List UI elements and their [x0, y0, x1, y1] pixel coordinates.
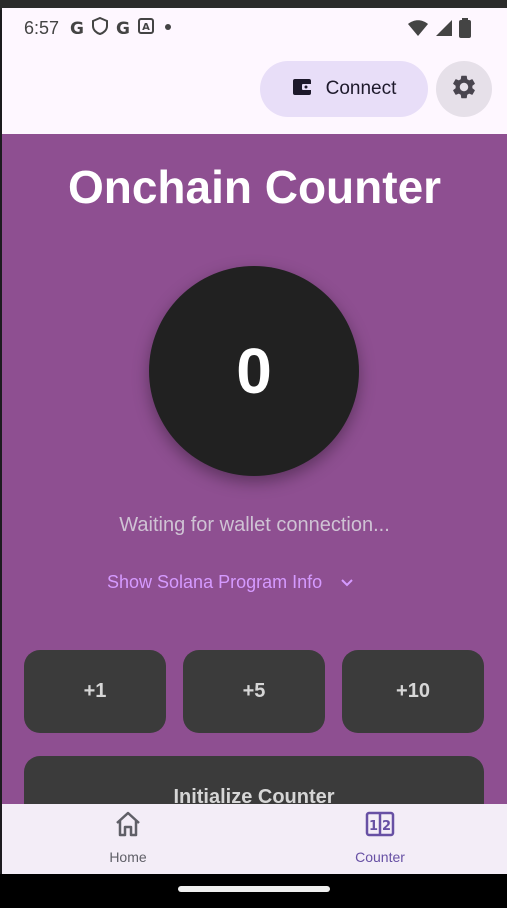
initialize-counter-label: Initialize Counter: [173, 786, 335, 804]
system-icons: [407, 18, 471, 43]
chevron-down-icon: [340, 572, 354, 593]
app-bar: Connect: [2, 48, 507, 134]
increment-1-button[interactable]: +1: [24, 650, 166, 733]
status-bar: 6:57 G G A: [2, 8, 507, 48]
nav-label-home: Home: [109, 849, 147, 865]
program-info-label: Show Solana Program Info: [107, 572, 323, 592]
gesture-bar: [0, 874, 507, 908]
battery-icon: [459, 18, 471, 43]
gear-icon: [450, 73, 478, 106]
initialize-counter-button[interactable]: Initialize Counter: [24, 756, 484, 804]
connect-label: Connect: [325, 78, 397, 99]
app-screen: 6:57 G G A Connect Onchain Counter 0 Wai…: [2, 8, 507, 874]
counter-icon: 12: [365, 810, 395, 843]
bottom-navigation: Home 12 Counter: [2, 804, 507, 874]
status-time: 6:57: [24, 18, 60, 38]
svg-text:A: A: [142, 22, 150, 33]
svg-text:1: 1: [369, 819, 378, 834]
counter-display: 0: [149, 266, 359, 476]
signal-icon: [435, 19, 453, 42]
nav-label-counter: Counter: [355, 849, 405, 865]
shield-icon: [91, 16, 108, 40]
increment-10-button[interactable]: +10: [342, 650, 484, 733]
notification-icons: G G A: [70, 16, 174, 40]
settings-button[interactable]: [436, 61, 492, 117]
google-icon: G: [70, 18, 84, 39]
connection-status-text: Waiting for wallet connection...: [119, 514, 390, 536]
a-icon: A: [137, 18, 154, 39]
counter-value: 0: [236, 335, 272, 407]
program-info-toggle[interactable]: Show Solana Program Info: [107, 572, 354, 593]
page-title: Onchain Counter: [67, 161, 442, 213]
nav-item-counter[interactable]: 12 Counter: [305, 810, 455, 870]
dot-icon: [162, 20, 174, 38]
wifi-icon: [407, 19, 429, 42]
wallet-icon: [292, 77, 314, 102]
google-icon: G: [115, 18, 130, 39]
nav-item-home[interactable]: Home: [53, 810, 203, 870]
home-gesture-handle[interactable]: [178, 886, 330, 892]
connect-wallet-button[interactable]: Connect: [260, 61, 428, 117]
svg-text:2: 2: [382, 819, 391, 834]
home-icon: [113, 810, 143, 843]
increment-5-button[interactable]: +5: [183, 650, 325, 733]
main-content: Onchain Counter 0 Waiting for wallet con…: [2, 134, 507, 804]
